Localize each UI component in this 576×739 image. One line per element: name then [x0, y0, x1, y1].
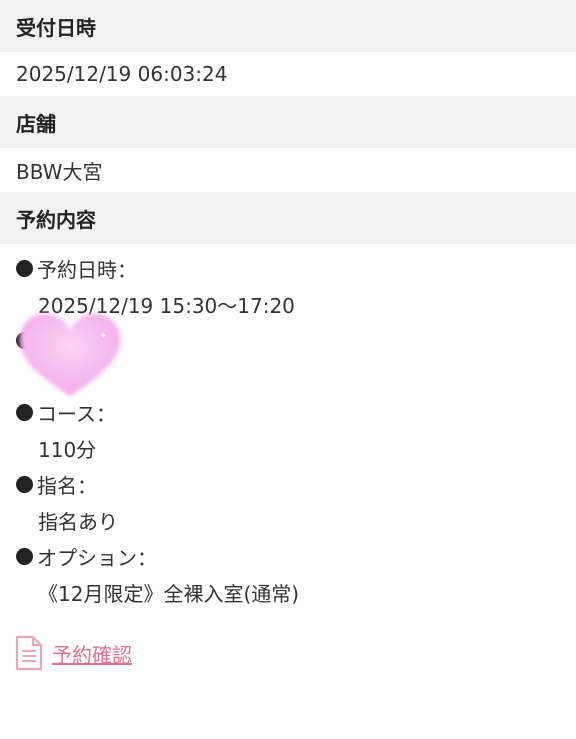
nomination-label-text: 指名： [37, 473, 97, 498]
store-header: 店舗 [0, 96, 576, 148]
reception-section: 受付日時 2025/12/19 06:03:24 [0, 0, 576, 96]
reservation-details: 予約日時： 2025/12/19 15:30〜17:20 コース： 110分 指… [0, 244, 576, 610]
reservation-datetime-label-text: 予約日時： [37, 257, 137, 282]
bullet-icon [16, 259, 33, 277]
reception-header: 受付日時 [0, 0, 576, 52]
option-label: オプション： [0, 538, 576, 574]
bullet-icon [16, 475, 33, 493]
bullet-icon [16, 403, 33, 421]
reservation-header: 予約内容 [0, 192, 576, 244]
document-icon [15, 635, 43, 671]
nomination-label: 指名： [0, 466, 576, 502]
store-name: BBW大宮 [16, 159, 103, 184]
option-label-text: オプション： [37, 545, 157, 570]
bullet-icon [16, 547, 33, 565]
course-label-text: コース： [37, 401, 116, 426]
svg-text:✦: ✦ [32, 373, 40, 383]
reservation-section: 予約内容 予約日時： 2025/12/19 15:30〜17:20 コース： 1… [0, 192, 576, 610]
reservation-confirm-link[interactable]: 予約確認 [14, 635, 132, 671]
store-section: 店舗 BBW大宮 [0, 96, 576, 192]
heart-sticker-icon: ✦ ✦ ✦ [19, 313, 121, 396]
reception-datetime: 2025/12/19 06:03:24 [16, 62, 228, 86]
svg-text:✦: ✦ [100, 331, 107, 340]
reservation-confirm-label[interactable]: 予約確認 [52, 639, 132, 668]
course-value: 110分 [38, 437, 97, 462]
reservation-datetime-label: 予約日時： [0, 250, 576, 286]
option-value: 《12月限定》全裸入室(通常) [38, 581, 300, 606]
nomination-value: 指名あり [38, 509, 118, 534]
svg-text:✦: ✦ [104, 366, 110, 374]
